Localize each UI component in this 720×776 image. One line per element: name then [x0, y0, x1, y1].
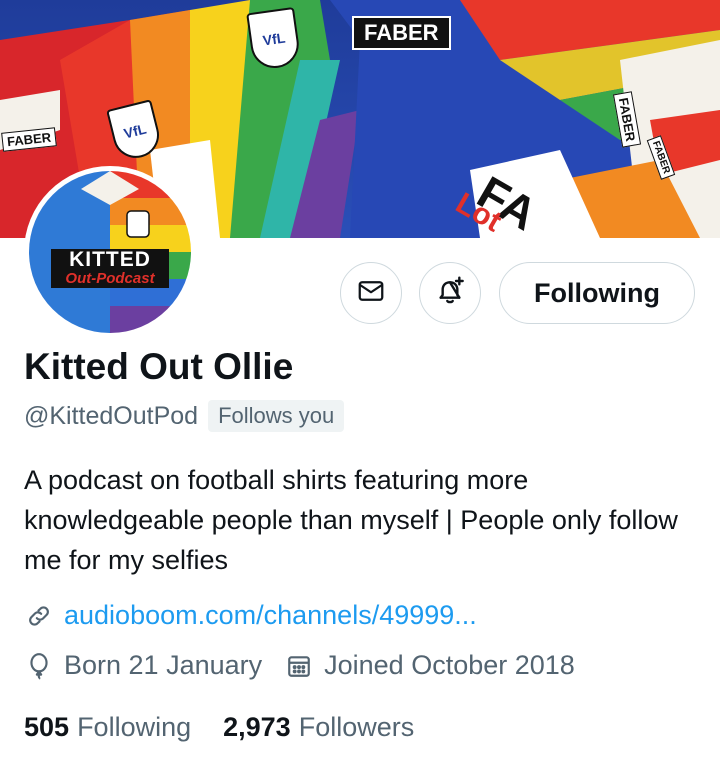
balloon-icon: [24, 651, 54, 681]
followers-count: 2,973: [223, 712, 291, 742]
profile-dates-row: Born 21 January Joined October 2018: [24, 650, 575, 681]
join-date: Joined October 2018: [324, 650, 575, 680]
profile-avatar[interactable]: KITTED Out-Podcast: [24, 166, 196, 338]
sponsor-text: FABER: [6, 129, 52, 150]
following-button[interactable]: Following: [499, 262, 695, 324]
avatar-image: KITTED Out-Podcast: [29, 171, 191, 333]
link-icon: [24, 601, 54, 631]
profile-url-row: audioboom.com/channels/49999...: [24, 600, 477, 631]
user-handle: @KittedOutPod: [24, 401, 199, 430]
crest-text: VfL: [261, 29, 287, 49]
profile-bio: A podcast on football shirts featuring m…: [24, 465, 678, 575]
follow-counts: 505 Following 2,973 Followers: [24, 712, 414, 743]
followers-count-link[interactable]: 2,973 Followers: [223, 712, 414, 743]
message-button[interactable]: [340, 262, 402, 324]
following-count-label: Following: [77, 712, 192, 742]
bell-plus-icon: [434, 275, 466, 312]
followers-count-label: Followers: [298, 712, 415, 742]
mail-icon: [356, 276, 386, 311]
following-button-label: Following: [534, 277, 660, 308]
follows-you-badge: Follows you: [208, 400, 345, 432]
banner-sponsor-faber-top: FABER: [352, 16, 451, 50]
following-count: 505: [24, 712, 70, 742]
notify-button[interactable]: [419, 262, 481, 324]
sponsor-text: FABER: [364, 20, 439, 45]
avatar-logo-line2: Out-Podcast: [51, 271, 169, 288]
profile-website-link[interactable]: audioboom.com/channels/49999...: [64, 600, 477, 631]
display-name: Kitted Out Ollie: [24, 346, 294, 387]
calendar-icon: [284, 651, 314, 681]
following-count-link[interactable]: 505 Following: [24, 712, 191, 743]
birth-date: Born 21 January: [64, 650, 263, 680]
avatar-logo: KITTED Out-Podcast: [51, 249, 169, 288]
handle-row: @KittedOutPod Follows you: [24, 400, 345, 432]
crest-text: VfL: [122, 120, 148, 142]
avatar-logo-line1: KITTED: [51, 249, 169, 271]
